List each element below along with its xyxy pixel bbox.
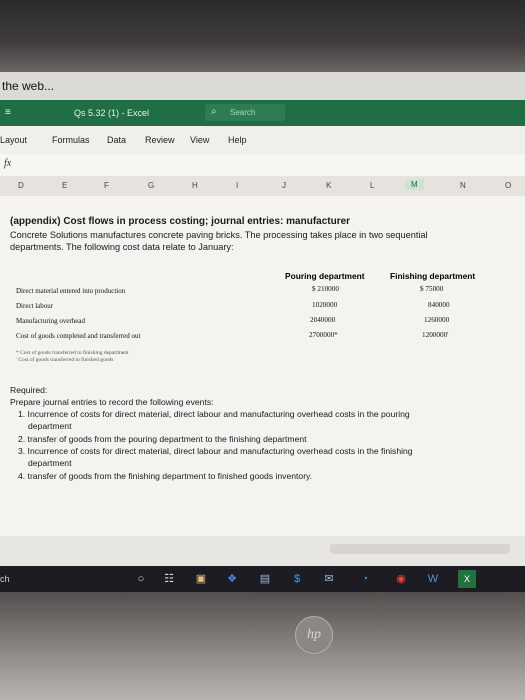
required-item-3-cont: department (28, 458, 72, 468)
hp-logo: hp (295, 616, 333, 654)
required-item-1: 1. Incurrence of costs for direct materi… (18, 409, 410, 419)
finishing-cogs: 1200000' (422, 331, 449, 339)
dropbox-icon[interactable]: ❖ (223, 570, 241, 588)
column-header-i[interactable]: I (236, 181, 238, 190)
edge-icon[interactable]: ◔ (356, 570, 374, 588)
required-item-2: 2. transfer of goods from the pouring de… (18, 434, 307, 444)
column-header-h[interactable]: H (192, 181, 198, 190)
row-label-overhead: Manufacturing overhead (16, 317, 85, 325)
table-header-finishing: Finishing department (390, 271, 476, 281)
column-header-e[interactable]: E (62, 181, 67, 190)
monitor-bezel-bottom: hp (0, 592, 525, 700)
taskbar-search-text[interactable]: ch (0, 574, 10, 584)
pouring-direct-material: $ 210000 (312, 285, 339, 293)
problem-title: (appendix) Cost flows in process costing… (10, 216, 351, 227)
column-header-l[interactable]: L (370, 181, 374, 190)
search-label: Search (230, 108, 256, 117)
search-box[interactable]: ⌕ Search (205, 104, 285, 121)
required-item-1-cont: department (28, 421, 72, 431)
column-header-f[interactable]: F (104, 181, 109, 190)
required-item-4: 4. transfer of goods from the finishing … (18, 471, 313, 481)
quick-access-icon[interactable]: ≡ (5, 107, 11, 118)
row-label-direct-material: Direct material entered into production (16, 287, 126, 295)
tab-view[interactable]: View (190, 135, 209, 145)
intro-line-1: Concrete Solutions manufactures concrete… (10, 230, 428, 240)
browser-tab-text[interactable]: the web... (2, 79, 54, 93)
column-header-d[interactable]: D (18, 181, 24, 190)
excel-icon[interactable]: X (458, 570, 476, 588)
ribbon-tabs: Layout Formulas Data Review View Help (0, 126, 525, 155)
required-item-3: 3. Incurrence of costs for direct materi… (18, 446, 413, 456)
search-icon: ⌕ (211, 106, 217, 117)
column-header-j[interactable]: J (282, 181, 286, 190)
chrome-icon[interactable]: ◉ (392, 570, 410, 588)
worksheet[interactable]: (appendix) Cost flows in process costing… (0, 196, 525, 536)
mail-icon[interactable]: ✉ (320, 570, 338, 588)
cortana-icon[interactable]: ○ (132, 570, 150, 588)
tab-formulas[interactable]: Formulas (52, 135, 90, 145)
monitor-bezel-top (0, 0, 525, 72)
finishing-direct-labour: 840000 (428, 301, 450, 309)
column-header-n[interactable]: N (460, 181, 466, 190)
excel-titlebar: ≡ Qs 5.32 (1) - Excel ⌕ Search (0, 100, 525, 126)
horizontal-scrollbar[interactable] (330, 544, 510, 554)
sheet-bottom-bar (0, 536, 525, 566)
browser-strip: the web... (0, 72, 525, 101)
store-icon[interactable]: ▣ (192, 570, 210, 588)
word-icon[interactable]: W (424, 570, 442, 588)
window-title: Qs 5.32 (1) - Excel (74, 108, 150, 118)
required-label: Required: (10, 385, 48, 395)
column-header-o[interactable]: O (505, 181, 511, 190)
column-header-k[interactable]: K (326, 181, 331, 190)
formula-bar[interactable]: fx (0, 154, 525, 177)
pouring-overhead: 2040000 (310, 316, 336, 324)
windows-taskbar: ch ○ ☷ ▣ ❖ ▤ $ ✉ ◔ ◉ W X (0, 566, 525, 592)
pouring-direct-labour: 1020000 (312, 301, 338, 309)
required-intro: Prepare journal entries to record the fo… (10, 397, 214, 407)
footnote-1: * Cost of goods transferred to finishing… (16, 350, 129, 356)
tab-review[interactable]: Review (145, 135, 175, 145)
function-icon[interactable]: fx (4, 158, 11, 169)
money-icon[interactable]: $ (288, 570, 306, 588)
table-header-pouring: Pouring department (285, 271, 365, 281)
photos-icon[interactable]: ▤ (256, 570, 274, 588)
finishing-overhead: 1260000 (424, 316, 450, 324)
row-label-direct-labour: Direct labour (16, 302, 54, 310)
tab-layout[interactable]: Layout (0, 135, 27, 145)
footnote-2: ' Cost of goods transferred to finished … (16, 357, 114, 363)
column-headers: D E F G H I J K L M N O (0, 176, 525, 197)
task-view-icon[interactable]: ☷ (160, 570, 178, 588)
finishing-direct-material: $ 75000 (420, 285, 444, 293)
pouring-cogs: 2700000* (309, 331, 338, 339)
column-header-m[interactable]: M (405, 179, 424, 190)
screen: the web... ≡ Qs 5.32 (1) - Excel ⌕ Searc… (0, 72, 525, 592)
column-header-g[interactable]: G (148, 181, 154, 190)
tab-data[interactable]: Data (107, 135, 126, 145)
row-label-cogs: Cost of goods completed and transferred … (16, 332, 141, 340)
intro-line-2: departments. The following cost data rel… (10, 242, 234, 252)
tab-help[interactable]: Help (228, 135, 247, 145)
